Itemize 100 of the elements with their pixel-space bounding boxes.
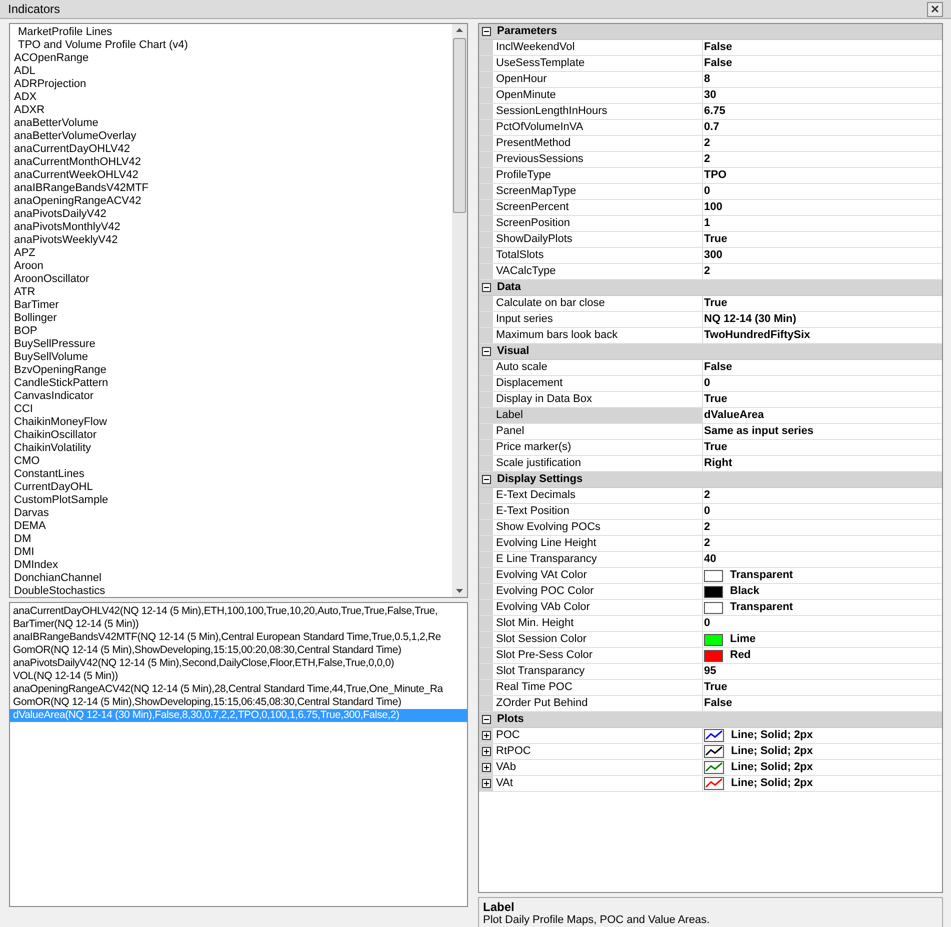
indicator-item[interactable]: anaCurrentDayOHLV42	[10, 143, 452, 156]
property-value[interactable]: True	[704, 391, 728, 408]
applied-indicator-item[interactable]: VOL(NQ 12-14 (5 Min))	[10, 670, 467, 683]
property-value[interactable]: False	[704, 359, 732, 376]
category-header[interactable]: Plots	[479, 712, 942, 728]
property-value[interactable]: 2	[704, 487, 710, 504]
indicator-item[interactable]: ACOpenRange	[10, 52, 452, 65]
property-value[interactable]: Right	[704, 455, 732, 472]
property-value[interactable]: dValueArea	[704, 407, 764, 424]
expand-icon[interactable]	[482, 763, 491, 772]
collapse-icon[interactable]	[482, 27, 491, 36]
close-button[interactable]	[927, 2, 943, 16]
property-value[interactable]: Line; Solid; 2px	[731, 727, 813, 744]
property-name[interactable]: Auto scale	[493, 360, 703, 375]
indicator-item[interactable]: BOP	[10, 325, 452, 338]
property-name[interactable]: VACalcType	[493, 264, 703, 279]
indicator-item[interactable]: CurrentDayOHL	[10, 481, 452, 494]
property-value[interactable]: 2	[704, 263, 710, 280]
property-value[interactable]: Black	[730, 583, 760, 600]
indicator-item[interactable]: DoubleStochastics	[10, 585, 452, 598]
indicator-item[interactable]: DM	[10, 533, 452, 546]
indicator-item[interactable]: anaPivotsMonthlyV42	[10, 221, 452, 234]
property-value[interactable]: Line; Solid; 2px	[731, 759, 813, 776]
applied-indicator-item[interactable]: anaCurrentDayOHLV42(NQ 12-14 (5 Min),ETH,100,100,True,10,20,Auto,True,True,False,True,	[10, 605, 467, 618]
scroll-thumb[interactable]	[453, 38, 466, 213]
applied-indicator-item[interactable]: GomOR(NQ 12-14 (5 Min),ShowDeveloping,15:15,06:45,08:30,Central Standard Time)	[10, 696, 467, 709]
collapse-icon[interactable]	[482, 347, 491, 356]
indicator-item[interactable]: BarTimer	[10, 299, 452, 312]
property-value[interactable]: TwoHundredFiftySix	[704, 327, 810, 344]
property-value[interactable]: 2	[704, 535, 710, 552]
property-value[interactable]: True	[704, 295, 728, 312]
applied-indicator-item[interactable]: anaIBRangeBandsV42MTF(NQ 12-14 (5 Min),Central European Standard Time,True,0.5,1,2,Re	[10, 631, 467, 644]
collapse-icon[interactable]	[482, 715, 491, 724]
indicator-item[interactable]: BuySellPressure	[10, 338, 452, 351]
category-header[interactable]: Parameters	[479, 24, 942, 40]
indicator-item[interactable]: anaPivotsDailyV42	[10, 208, 452, 221]
property-value[interactable]: Lime	[730, 631, 756, 648]
scroll-down-icon[interactable]	[456, 589, 463, 593]
property-value[interactable]: Line; Solid; 2px	[731, 775, 813, 792]
indicator-item[interactable]: anaPivotsWeeklyV42	[10, 234, 452, 247]
scrollbar[interactable]	[452, 24, 467, 597]
property-name[interactable]: TotalSlots	[493, 248, 703, 263]
indicator-item[interactable]: anaCurrentMonthOHLV42	[10, 156, 452, 169]
property-value[interactable]: 0	[704, 615, 710, 632]
collapse-icon[interactable]	[482, 475, 491, 484]
indicator-item[interactable]: MarketProfile Lines	[10, 26, 452, 39]
property-name[interactable]: Label	[493, 408, 703, 423]
applied-indicator-item[interactable]: anaPivotsDailyV42(NQ 12-14 (5 Min),Second,DailyClose,Floor,ETH,False,True,0,0,0)	[10, 657, 467, 670]
property-value[interactable]: 2	[704, 135, 710, 152]
property-value[interactable]: 6.75	[704, 103, 726, 120]
indicator-item[interactable]: anaOpeningRangeACV42	[10, 195, 452, 208]
property-value[interactable]: 2	[704, 519, 710, 536]
indicator-item[interactable]: ATR	[10, 286, 452, 299]
indicator-item[interactable]: anaBetterVolume	[10, 117, 452, 130]
property-value[interactable]: Same as input series	[704, 423, 814, 440]
indicator-item[interactable]: CanvasIndicator	[10, 390, 452, 403]
indicator-item[interactable]: AroonOscillator	[10, 273, 452, 286]
indicator-item[interactable]: ADL	[10, 65, 452, 78]
property-value[interactable]: Transparent	[730, 567, 793, 584]
property-value[interactable]: False	[704, 55, 732, 72]
property-value[interactable]: TPO	[704, 167, 727, 184]
indicator-item[interactable]: CustomPlotSample	[10, 494, 452, 507]
indicator-item[interactable]: Darvas	[10, 507, 452, 520]
indicator-item[interactable]: BuySellVolume	[10, 351, 452, 364]
category-header[interactable]: Display Settings	[479, 472, 942, 488]
property-value[interactable]: 40	[704, 551, 716, 568]
indicator-item[interactable]: ConstantLines	[10, 468, 452, 481]
property-value[interactable]: 0	[704, 183, 710, 200]
indicator-item[interactable]: ADX	[10, 91, 452, 104]
indicator-item[interactable]: DonchianChannel	[10, 572, 452, 585]
property-value[interactable]: True	[704, 679, 728, 696]
property-value[interactable]: True	[704, 439, 728, 456]
property-value[interactable]: Transparent	[730, 599, 793, 616]
expand-icon[interactable]	[482, 779, 491, 788]
indicator-item[interactable]: anaCurrentWeekOHLV42	[10, 169, 452, 182]
scroll-up-icon[interactable]	[456, 28, 463, 32]
indicator-item[interactable]: ChaikinMoneyFlow	[10, 416, 452, 429]
indicator-item[interactable]: APZ	[10, 247, 452, 260]
property-value[interactable]: 0	[704, 375, 710, 392]
indicator-item[interactable]: ADRProjection	[10, 78, 452, 91]
property-value[interactable]: 30	[704, 87, 716, 104]
property-name[interactable]: ZOrder Put Behind	[493, 696, 703, 711]
property-value[interactable]: NQ 12-14 (30 Min)	[704, 311, 796, 328]
property-value[interactable]: 0.7	[704, 119, 720, 136]
property-value[interactable]: 0	[704, 503, 710, 520]
property-value[interactable]: Red	[730, 647, 751, 664]
property-value[interactable]: 1	[704, 215, 710, 232]
property-value[interactable]: Line; Solid; 2px	[731, 743, 813, 760]
indicator-item[interactable]: CMO	[10, 455, 452, 468]
indicator-item[interactable]: anaBetterVolumeOverlay	[10, 130, 452, 143]
property-value[interactable]: 100	[704, 199, 722, 216]
property-value[interactable]: 8	[704, 71, 710, 88]
indicator-item[interactable]: ADXR	[10, 104, 452, 117]
expand-icon[interactable]	[482, 747, 491, 756]
property-value[interactable]: False	[704, 39, 732, 56]
applied-indicator-item[interactable]: GomOR(NQ 12-14 (5 Min),ShowDeveloping,15:15,00:20,08:30,Central Standard Time)	[10, 644, 467, 657]
indicator-item[interactable]: DMIndex	[10, 559, 452, 572]
property-name[interactable]: VAb	[493, 760, 703, 775]
indicator-item[interactable]: anaIBRangeBandsV42MTF	[10, 182, 452, 195]
applied-indicator-item[interactable]: BarTimer(NQ 12-14 (5 Min))	[10, 618, 467, 631]
